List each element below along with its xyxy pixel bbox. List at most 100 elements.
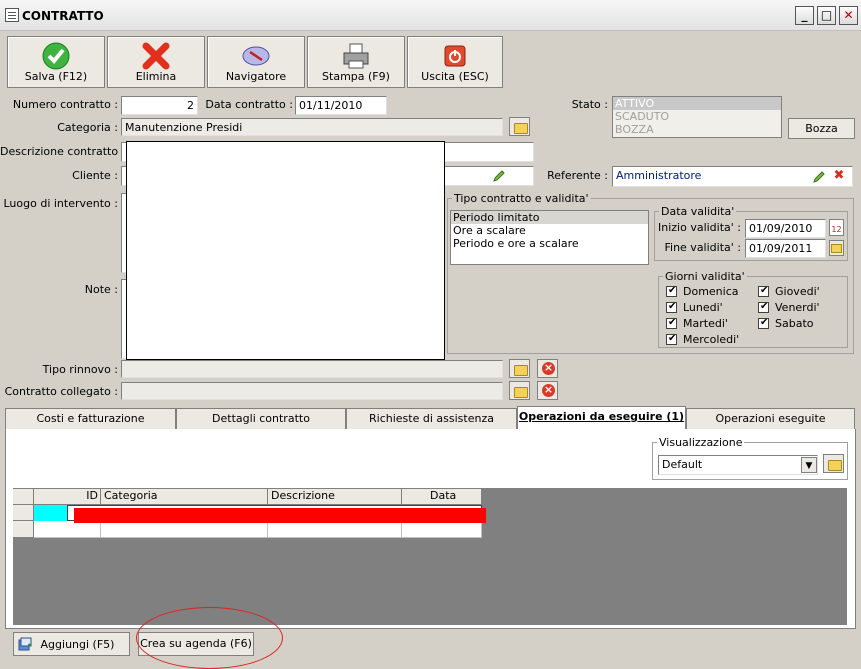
exit-button[interactable]: Uscita (ESC) [407,36,503,88]
stato-option[interactable]: ATTIVO [613,97,781,110]
visualizzazione-select[interactable]: Default [658,455,818,475]
save-button[interactable]: Salva (F12) [7,36,105,88]
grid-corner [13,489,34,505]
referente-clear-icon[interactable]: ✖ [832,169,846,183]
tipo-contratto-option[interactable]: Periodo limitato [451,211,648,224]
print-button[interactable]: Stampa (F9) [307,36,405,88]
sabato-label: Sabato [775,317,814,330]
sabato-checkbox[interactable] [758,317,769,329]
maximize-button[interactable]: □ [817,6,836,25]
lunedi-label: Lunedi' [683,301,723,314]
visualizzazione-value: Default [662,458,703,471]
descrizione-label: Descrizione contratto : [0,145,126,158]
tipo-contratto-listbox[interactable]: Periodo limitato Ore a scalare Periodo e… [450,210,649,265]
data-contratto-field[interactable]: 01/11/2010 [295,96,387,115]
redaction-bar [74,508,486,523]
calendar-icon[interactable]: 12 [829,219,844,236]
table-cell[interactable] [101,521,268,538]
delete-x-icon [141,41,171,71]
close-button[interactable]: ✕ [839,6,858,25]
fine-folder-button[interactable] [829,240,844,256]
row-marker[interactable] [34,505,67,521]
tipo-contratto-option[interactable]: Periodo e ore a scalare [451,237,648,250]
data-validita-title: Data validita' [659,205,737,218]
bozza-button[interactable]: Bozza [788,118,855,139]
redaction-panel [126,141,445,360]
grid-header-descrizione[interactable]: Descrizione [268,489,402,505]
tab-operazioni-eseguite[interactable]: Operazioni eseguite [686,408,855,429]
tipo-contratto-group-title: Tipo contratto e validita' [452,192,591,205]
table-cell[interactable] [34,521,101,538]
mercoledi-label: Mercoledi' [683,333,740,346]
tab-dettagli-contratto[interactable]: Dettagli contratto [176,408,346,429]
contratto-collegato-label: Contratto collegato : [4,385,118,398]
pencil-icon[interactable] [492,169,506,183]
contratto-collegato-folder-button[interactable] [509,381,530,400]
printer-icon [341,41,371,71]
tab-costi-fatturazione[interactable]: Costi e fatturazione [5,408,176,429]
grid-header-data[interactable]: Data [402,489,482,505]
cliente-label: Cliente : [72,169,118,182]
contratto-collegato-field[interactable] [121,382,503,400]
martedi-checkbox[interactable] [666,317,677,329]
lunedi-checkbox[interactable] [666,301,677,313]
stato-listbox[interactable]: ATTIVO SCADUTO BOZZA [612,96,782,138]
check-icon [41,41,71,71]
fine-validita-field[interactable]: 01/09/2011 [745,239,826,258]
maximize-icon: □ [820,8,833,22]
minimize-button[interactable]: _ [795,6,814,25]
tipo-rinnovo-clear-button[interactable] [537,359,558,378]
referente-edit-icon[interactable] [812,170,826,184]
close-icon: ✕ [843,8,854,22]
venerdi-label: Venerdi' [775,301,820,314]
categoria-folder-button[interactable] [509,117,530,136]
delete-button[interactable]: Elimina [107,36,205,88]
stato-option[interactable]: SCADUTO [613,110,781,123]
row-header[interactable] [13,505,34,521]
minimize-icon: _ [801,8,808,22]
contratto-collegato-clear-button[interactable] [537,381,558,400]
add-button-label: Aggiungi (F5) [40,638,115,651]
tab-richieste-assistenza[interactable]: Richieste di assistenza [346,408,517,429]
numero-contratto-label: Numero contratto : [12,98,118,111]
table-cell[interactable] [402,521,482,538]
add-button[interactable]: Aggiungi (F5) [13,632,130,656]
giorni-validita-title: Giorni validita' [663,270,747,283]
compass-icon [241,41,271,71]
grid-header-id[interactable]: ID [34,489,101,505]
stato-label: Stato : [571,98,608,111]
giovedi-checkbox[interactable] [758,285,769,297]
inizio-validita-label: Inizio validita' : [657,221,741,234]
venerdi-checkbox[interactable] [758,301,769,313]
tipo-rinnovo-folder-button[interactable] [509,359,530,378]
stato-option[interactable]: BOZZA [613,123,781,136]
note-label: Note : [84,283,118,296]
martedi-label: Martedi' [683,317,728,330]
tipo-contratto-option[interactable]: Ore a scalare [451,224,648,237]
app-icon[interactable] [5,8,19,22]
window-title: CONTRATTO [22,9,104,23]
table-cell[interactable] [268,521,402,538]
domenica-checkbox[interactable] [666,285,677,297]
categoria-field[interactable]: Manutenzione Presidi [121,118,503,136]
folder-icon [831,244,842,253]
domenica-label: Domenica [683,285,739,298]
visualizzazione-folder-button[interactable] [823,454,844,473]
annotation-ellipse [136,607,283,669]
chevron-down-icon[interactable]: ▼ [801,457,817,473]
referente-label: Referente : [547,169,608,182]
inizio-validita-field[interactable]: 01/09/2010 [745,219,826,238]
visualizzazione-title: Visualizzazione [657,436,745,449]
mercoledi-checkbox[interactable] [666,333,677,345]
navigator-button[interactable]: Navigatore [207,36,305,88]
categoria-label: Categoria : [57,121,118,134]
numero-contratto-field[interactable]: 2 [121,96,198,115]
grid-header-categoria[interactable]: Categoria [101,489,268,505]
giovedi-label: Giovedi' [775,285,820,298]
luogo-label: Luogo di intervento : [3,197,118,210]
tipo-rinnovo-field[interactable] [121,360,503,378]
title-bar [0,0,861,31]
tab-operazioni-da-eseguire[interactable]: Operazioni da eseguire (1) [517,406,686,430]
row-header[interactable] [13,521,34,538]
tipo-rinnovo-label: Tipo rinnovo : [42,363,118,376]
